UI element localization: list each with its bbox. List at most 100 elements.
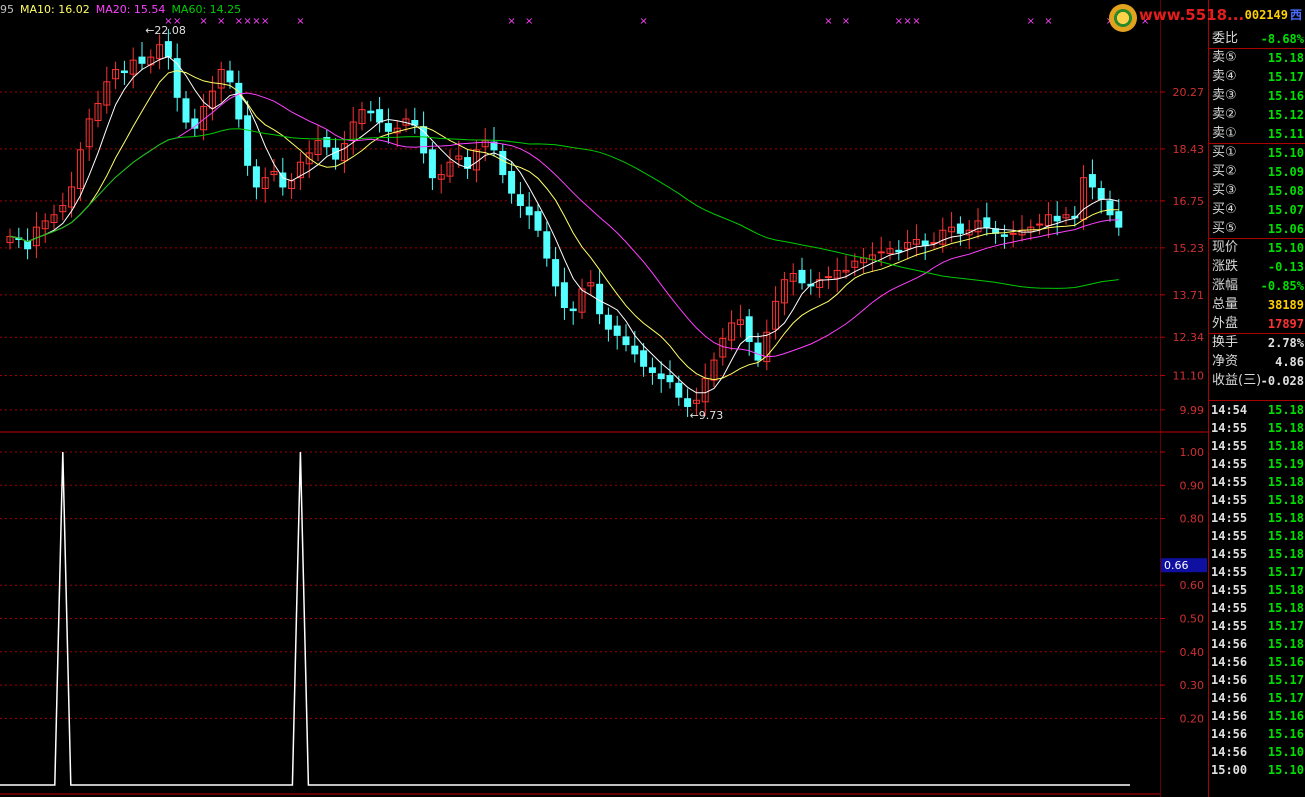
quote-label: 涨跌 <box>1212 259 1239 274</box>
tick-row: 14:55 15.18 <box>1209 437 1305 455</box>
signal-marker: × <box>525 16 533 27</box>
tick-price: 15.18 <box>1267 547 1304 561</box>
tick-row: 14:55 15.18 <box>1209 527 1305 545</box>
candle-body <box>543 231 551 259</box>
tick-row: 14:55 15.19 <box>1209 455 1305 473</box>
tick-row: 14:55 15.18 <box>1209 545 1305 563</box>
candle-body <box>1009 232 1017 235</box>
tick-price: 15.18 <box>1267 529 1304 543</box>
quote-label: 买③ <box>1212 183 1237 198</box>
tick-time: 14:56 <box>1211 673 1248 687</box>
quote-value: -0.13 <box>1267 260 1304 274</box>
tick-price: 15.17 <box>1267 619 1304 633</box>
quote-row: 买⑤ 15.06 <box>1209 220 1305 238</box>
candle-body <box>569 308 577 312</box>
tick-row: 14:55 15.18 <box>1209 581 1305 599</box>
candle-body <box>534 211 542 231</box>
quote-value: 15.16 <box>1267 89 1304 103</box>
tick-time: 14:55 <box>1211 547 1248 561</box>
candle-body <box>367 110 375 114</box>
quote-value: 15.10 <box>1267 146 1304 160</box>
tick-time: 14:54 <box>1211 403 1248 417</box>
signal-marker: × <box>1044 16 1052 27</box>
ma20-label: MA20: 15.54 <box>95 3 166 16</box>
candle-body <box>613 325 621 336</box>
stock-code[interactable]: 002149 西 <box>1245 6 1302 23</box>
candle-body <box>376 109 384 123</box>
candle-body <box>226 70 234 83</box>
candle-body <box>552 259 560 287</box>
price-tick-label: 20.27 <box>1173 86 1205 99</box>
candle-body <box>560 282 568 309</box>
candle-body <box>877 251 885 254</box>
quote-row: 换手 2.78% <box>1209 334 1305 352</box>
candle-body <box>428 149 436 179</box>
quote-value: 15.09 <box>1267 165 1304 179</box>
tick-time: 14:55 <box>1211 511 1248 525</box>
quote-value: -0.028 <box>1260 374 1304 388</box>
tick-price: 15.10 <box>1267 763 1304 777</box>
tick-price: 15.18 <box>1267 493 1304 507</box>
tick-time: 14:56 <box>1211 727 1248 741</box>
price-tick-label: 18.43 <box>1173 143 1205 156</box>
price-tick-label: 13.71 <box>1173 289 1205 302</box>
tick-row: 14:56 15.16 <box>1209 725 1305 743</box>
ma5-line <box>9 55 1119 394</box>
candle-body <box>1000 234 1008 237</box>
quote-value: 15.08 <box>1267 184 1304 198</box>
site-logo-icon <box>1109 4 1137 32</box>
candle-body <box>525 206 533 216</box>
indicator-tick-label: 0.90 <box>1180 479 1205 492</box>
quote-row: 外盘 17897 <box>1209 315 1305 333</box>
tick-row: 14:55 15.18 <box>1209 491 1305 509</box>
quote-row: 涨跌 -0.13 <box>1209 258 1305 276</box>
tick-price: 15.18 <box>1267 403 1304 417</box>
quote-label: 涨幅 <box>1212 278 1239 293</box>
candle-body <box>824 276 832 279</box>
candle-body <box>895 249 903 253</box>
signal-marker: × <box>261 16 269 27</box>
tick-time: 14:55 <box>1211 421 1248 435</box>
quote-label: 卖⑤ <box>1212 50 1237 65</box>
quote-value: 2.78% <box>1267 336 1304 350</box>
candle-body <box>384 123 392 132</box>
tick-price: 15.16 <box>1267 709 1304 723</box>
signal-marker: × <box>507 16 515 27</box>
signal-marker: × <box>912 16 920 27</box>
tick-row: 14:56 15.10 <box>1209 743 1305 761</box>
candle-body <box>675 382 683 398</box>
tick-row: 14:55 15.17 <box>1209 617 1305 635</box>
quote-value: 15.06 <box>1267 222 1304 236</box>
tick-row: 14:54 15.18 <box>1209 401 1305 419</box>
candle-body <box>138 56 146 64</box>
candle-body <box>516 194 524 206</box>
tick-price: 15.17 <box>1267 673 1304 687</box>
signal-marker: × <box>903 16 911 27</box>
candle-body <box>508 170 516 194</box>
signal-marker: × <box>1027 16 1035 27</box>
signal-marker: × <box>296 16 304 27</box>
quote-row: 卖④ 15.17 <box>1209 68 1305 86</box>
price-tick-label: 15.23 <box>1173 242 1205 255</box>
candle-body <box>657 373 665 380</box>
quote-value: 15.12 <box>1267 108 1304 122</box>
quote-label: 卖① <box>1212 126 1237 141</box>
tick-time: 14:55 <box>1211 601 1248 615</box>
quote-value: -8.68% <box>1260 32 1304 46</box>
tick-row: 14:56 15.16 <box>1209 653 1305 671</box>
quote-value: 17897 <box>1267 317 1304 331</box>
indicator-tick-label: 0.60 <box>1180 579 1205 592</box>
candle-body <box>120 70 128 74</box>
candle-body <box>24 240 32 250</box>
tick-price: 15.18 <box>1267 601 1304 615</box>
quote-panel: www.5518... 002149 西 委比 -8.68% 卖⑤ 15.18 卖④ 15.… <box>1109 0 1305 797</box>
indicator-tick-label: 0.80 <box>1180 513 1205 526</box>
tick-row: 14:55 15.18 <box>1209 419 1305 437</box>
candle-body <box>666 375 674 383</box>
indicator-tick-label: 0.40 <box>1180 646 1205 659</box>
quote-value: 15.18 <box>1267 51 1304 65</box>
kline-chart[interactable]: ×××××××××××××××××××××××←22.08←9.73 <box>0 0 1160 797</box>
signal-marker: × <box>895 16 903 27</box>
tick-row: 14:56 15.17 <box>1209 671 1305 689</box>
quote-label: 卖② <box>1212 107 1237 122</box>
